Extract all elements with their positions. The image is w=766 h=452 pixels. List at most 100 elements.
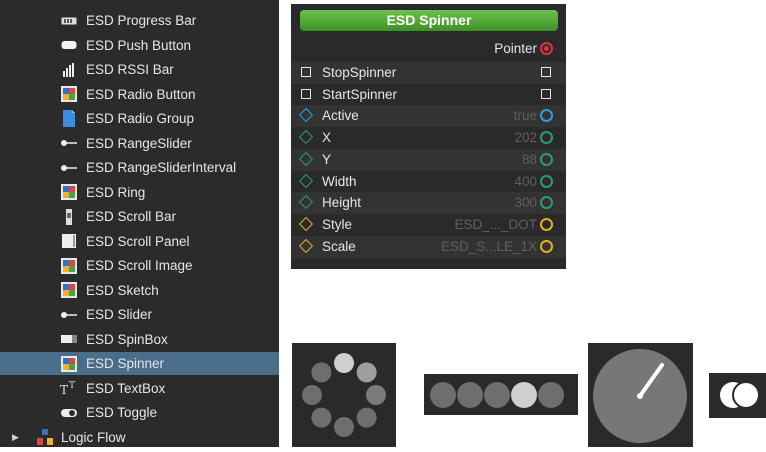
node-title[interactable]: ESD Spinner (300, 10, 558, 31)
textbox-icon: TT (60, 379, 78, 397)
tree-item[interactable]: ESD SpinBox (0, 328, 279, 351)
tree-category-logic-flow[interactable]: ▶ Logic Flow (0, 426, 279, 449)
property-output-port[interactable] (540, 109, 553, 123)
spinner-dot (356, 362, 377, 383)
property-input-port[interactable] (298, 238, 314, 253)
property-label: StartSpinner (322, 86, 398, 102)
push-button-icon (60, 36, 78, 54)
property-output-port[interactable] (540, 239, 553, 253)
property-output-port[interactable] (540, 174, 553, 188)
trigger-output-port[interactable] (541, 88, 551, 99)
tree-item-label: ESD Scroll Panel (86, 233, 190, 249)
property-input-port[interactable] (298, 130, 314, 145)
widget-icon (60, 355, 78, 373)
tree-item[interactable]: ESD RangeSliderInterval (0, 156, 279, 179)
pointer-output-port[interactable] (540, 42, 553, 55)
tree-item-label: ESD Scroll Bar (86, 209, 177, 224)
property-value[interactable]: 400 (514, 174, 537, 189)
tree-item[interactable]: ESD Slider (0, 303, 279, 326)
property-row: Scale ESD_S...LE_1X (291, 235, 566, 258)
property-output-port[interactable] (540, 152, 553, 166)
tree-item[interactable]: ESD Radio Button (0, 83, 279, 106)
progress-bar-icon (60, 12, 78, 30)
tree-item-label: ESD Scroll Image (86, 258, 193, 273)
component-tree: ESD Progress Bar ESD Push Button ESD RSSI … (0, 0, 279, 447)
tree-item[interactable]: ESD Push Button (0, 34, 279, 57)
property-value[interactable]: 88 (522, 152, 537, 167)
panel-icon (60, 232, 78, 250)
tree-item-label: ESD Toggle (86, 405, 158, 420)
pointer-label: Pointer (494, 41, 537, 56)
tree-item-label: ESD TextBox (86, 380, 166, 396)
spinner-preview-circle-dots (292, 343, 396, 447)
widget-icon (60, 281, 78, 299)
property-value[interactable]: 300 (514, 195, 537, 210)
property-row: StartSpinner (291, 84, 566, 106)
spinner-dot (302, 385, 322, 405)
tree-item[interactable]: ESD Radio Group (0, 107, 279, 130)
tree-item[interactable]: ESD RangeSlider (0, 132, 279, 155)
property-input-port[interactable] (298, 195, 314, 210)
property-label: StopSpinner (322, 65, 397, 80)
property-row: Width 400 (291, 171, 566, 193)
tree-item[interactable]: ESD Progress Bar (0, 9, 279, 32)
property-value[interactable]: 202 (514, 130, 537, 145)
property-label: Width (322, 173, 357, 189)
toggle-icon (60, 404, 78, 422)
svg-text:T: T (69, 381, 75, 391)
tree-item[interactable]: ESD RSSI Bar (0, 58, 279, 81)
trigger-input-port[interactable] (301, 88, 311, 99)
widget-icon (60, 257, 78, 275)
tree-item[interactable]: T T ESD TextBox (0, 377, 279, 400)
property-label: Scale (322, 238, 356, 254)
tree-item-label: ESD Progress Bar (86, 13, 197, 28)
property-value[interactable]: true (514, 108, 537, 123)
slider-icon (60, 306, 78, 324)
property-value[interactable]: ESD_S...LE_1X (441, 239, 537, 254)
tree-item-label: ESD Radio Button (86, 86, 196, 102)
property-row: X 202 (291, 127, 566, 149)
spinner-preview-clock (588, 343, 693, 447)
tree-item-label: ESD Slider (86, 307, 153, 322)
property-row: StopSpinner (291, 62, 566, 84)
property-output-port[interactable] (540, 196, 553, 210)
expand-arrow-icon[interactable]: ▶ (12, 432, 19, 443)
rssi-bar-icon (60, 61, 78, 79)
tree-item[interactable]: ESD Ring (0, 181, 279, 204)
property-row: Y 88 (291, 148, 566, 171)
property-label: Height (322, 195, 362, 211)
widget-icon (60, 183, 78, 201)
property-input-port[interactable] (298, 151, 314, 166)
tree-item-label: ESD SpinBox (86, 331, 168, 347)
tree-item-label: ESD RSSI Bar (86, 62, 174, 77)
property-label: Y (322, 151, 332, 167)
property-label: Active (322, 108, 359, 124)
tree-item[interactable]: ESD Scroll Bar (0, 205, 279, 228)
property-output-port[interactable] (540, 217, 553, 231)
tree-item-label: ESD Spinner (86, 356, 165, 371)
tree-item[interactable]: ESD Toggle (0, 401, 279, 424)
tree-item[interactable]: ESD Scroll Panel (0, 230, 279, 253)
tree-item[interactable]: ESD Spinner (0, 352, 279, 375)
node-panel: ESD Spinner Pointer StopSpinner StartSpin… (291, 4, 566, 269)
property-output-port[interactable] (540, 131, 553, 145)
spinner-dot (334, 417, 354, 437)
tree-item[interactable]: ESD Sketch (0, 279, 279, 302)
svg-text:T: T (60, 383, 68, 396)
spinner-preview-orbit (709, 373, 766, 418)
scrollbar-icon (60, 208, 78, 226)
property-input-port[interactable] (298, 108, 314, 123)
trigger-input-port[interactable] (301, 67, 311, 77)
property-input-port[interactable] (298, 173, 314, 188)
trigger-output-port[interactable] (541, 67, 551, 77)
tree-category-label: Logic Flow (61, 429, 126, 445)
spinner-dot (311, 407, 332, 428)
spinner-dot (334, 353, 354, 373)
tree-item[interactable]: ESD Scroll Image (0, 254, 279, 277)
property-row: Style ESD_..._DOT (291, 214, 566, 236)
spinner-preview-line-dots (424, 374, 578, 415)
property-value[interactable]: ESD_..._DOT (454, 217, 537, 232)
property-input-port[interactable] (298, 216, 314, 231)
slider-icon (60, 159, 78, 177)
tree-item-label: ESD Push Button (86, 37, 192, 53)
